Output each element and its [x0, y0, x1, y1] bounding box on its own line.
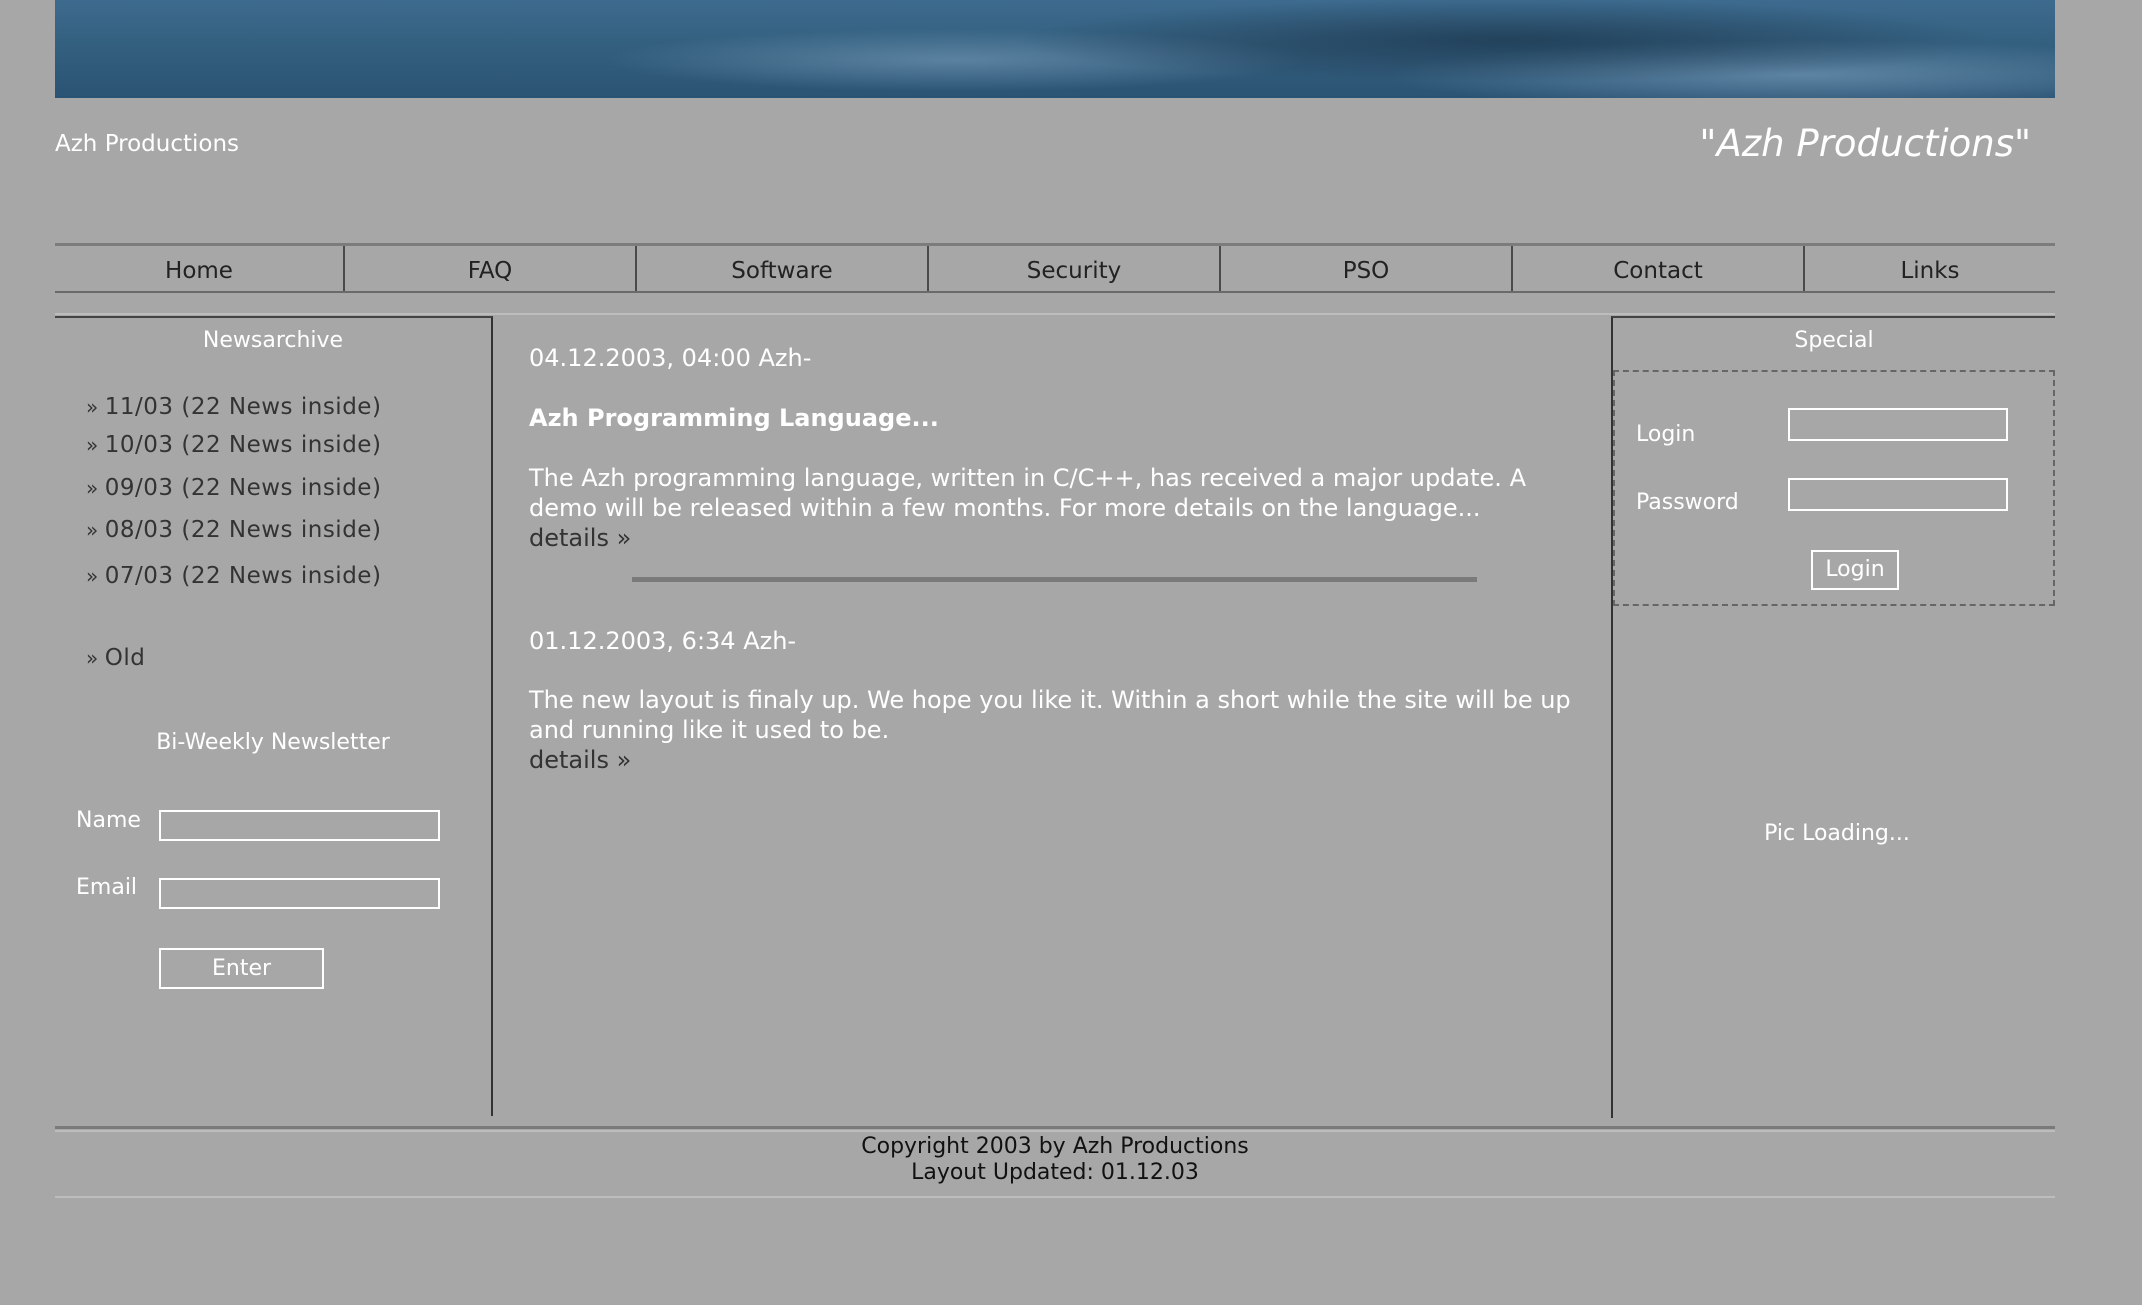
footer-top-rule-light [55, 1130, 2055, 1132]
post-body: The Azh programming language, written in… [529, 464, 1526, 522]
nav-shadow-rule [55, 313, 2055, 315]
site-name: Azh Productions [55, 131, 240, 157]
post-date: 04.12.2003, 04:00 Azh- [529, 344, 812, 372]
archive-item[interactable]: » 11/03 (22 News inside) [86, 394, 381, 420]
bullet-icon: » [86, 518, 99, 542]
password-label: Password [1636, 490, 1739, 515]
tagline: "Azh Productions" [1699, 122, 2031, 165]
nav-security[interactable]: Security [929, 246, 1221, 291]
bullet-icon: » [86, 433, 99, 457]
copyright-text: Copyright 2003 by Azh Productions [861, 1134, 1249, 1159]
left-sidebar: Newsarchive » 11/03 (22 News inside) » 10/… [55, 316, 493, 1116]
footer-top-rule [55, 1126, 2055, 1129]
post-title: Azh Programming Language... [529, 404, 939, 432]
details-link[interactable]: details » [529, 746, 631, 774]
main-nav: Home FAQ Software Security PSO Contact L… [55, 246, 2055, 291]
newsarchive-title: Newsarchive [202, 328, 344, 353]
archive-item[interactable]: » 08/03 (22 News inside) [86, 517, 381, 543]
bullet-icon: » [86, 395, 99, 419]
special-title: Special [1794, 328, 1874, 353]
post-body: The new layout is finaly up. We hope you… [529, 686, 1571, 744]
archive-item-old[interactable]: » Old [86, 645, 145, 671]
page: Azh Productions "Azh Productions" Home F… [55, 0, 2055, 1305]
bullet-icon: » [86, 476, 99, 500]
newsletter-enter-button[interactable]: Enter [159, 948, 324, 989]
archive-item[interactable]: » 10/03 (22 News inside) [86, 432, 381, 458]
newsletter-title: Bi-Weekly Newsletter [156, 730, 390, 755]
header-banner [55, 0, 2055, 98]
newsletter-email-input[interactable] [159, 878, 440, 909]
nav-pso[interactable]: PSO [1221, 246, 1513, 291]
password-input[interactable] [1788, 478, 2008, 511]
login-input[interactable] [1788, 408, 2008, 441]
right-sidebar: Special Login Password Login Pic Loading… [1611, 316, 2055, 1118]
name-label: Name [76, 808, 141, 833]
email-label: Email [76, 875, 138, 900]
nav-faq[interactable]: FAQ [345, 246, 637, 291]
details-link[interactable]: details » [529, 524, 631, 552]
layout-updated-text: Layout Updated: 01.12.03 [911, 1160, 1199, 1185]
login-label: Login [1636, 422, 1696, 447]
nav-software[interactable]: Software [637, 246, 929, 291]
pic-loading-text: Pic Loading... [1764, 821, 1910, 846]
nav-contact[interactable]: Contact [1513, 246, 1805, 291]
nav-links[interactable]: Links [1805, 246, 2055, 291]
login-button[interactable]: Login [1811, 550, 1899, 590]
bullet-icon: » [86, 646, 99, 670]
nav-bottom-rule [55, 291, 2055, 293]
nav-home[interactable]: Home [55, 246, 345, 291]
post-date: 01.12.2003, 6:34 Azh- [529, 627, 797, 655]
footer-bottom-rule [55, 1196, 2055, 1198]
archive-item[interactable]: » 07/03 (22 News inside) [86, 563, 381, 589]
archive-item[interactable]: » 09/03 (22 News inside) [86, 475, 381, 501]
newsletter-name-input[interactable] [159, 810, 440, 841]
bullet-icon: » [86, 564, 99, 588]
login-box: Login Password Login [1613, 370, 2055, 606]
post-divider [632, 577, 1477, 582]
